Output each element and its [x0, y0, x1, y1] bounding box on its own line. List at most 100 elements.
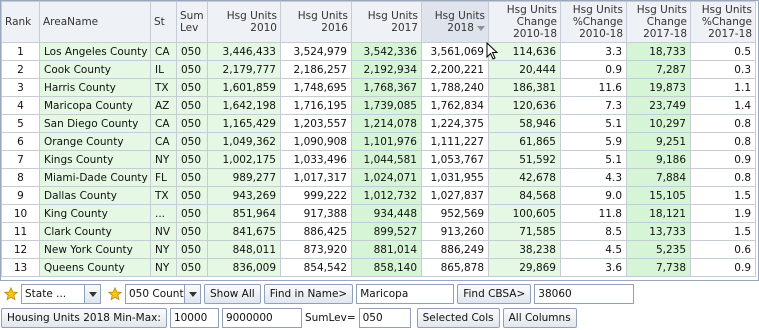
- cell-rank: 4: [1, 96, 40, 115]
- cell-pct-change-2010-18: 5.1: [560, 114, 627, 133]
- county-select-value: 050 County: [129, 288, 184, 300]
- cell-hu-2018: 1,224,375: [421, 114, 489, 133]
- cell-change-2017-18: 19,873: [626, 78, 691, 97]
- cell-hu-2017: 858,140: [351, 258, 422, 277]
- table-row[interactable]: 9 Dallas County TX 050 943,269 999,222 1,012,7…: [1, 186, 756, 205]
- col-header-hu2018[interactable]: Hsg Units 2018: [421, 1, 489, 43]
- table-row[interactable]: 13 Queens County NY 050 836,009 854,542 858,14…: [1, 258, 756, 277]
- cell-change-2017-18: 7,884: [626, 168, 691, 187]
- table-row[interactable]: 1 Los Angeles County CA 050 3,446,433 3,524,9…: [1, 42, 756, 61]
- cell-pct-change-2017-18: 0.9: [690, 150, 756, 169]
- county-select[interactable]: 050 County: [125, 284, 201, 304]
- cell-rank: 6: [1, 132, 40, 151]
- cell-area-name: Los Angeles County: [39, 42, 151, 61]
- cell-rank: 8: [1, 168, 40, 187]
- chevron-down-icon[interactable]: [184, 285, 200, 303]
- col-header-pct1718[interactable]: Hsg Units %Change 2017-18: [690, 1, 756, 43]
- cell-change-2017-18: 7,287: [626, 60, 691, 79]
- cell-rank: 11: [1, 222, 40, 241]
- table-row[interactable]: 7 Kings County NY 050 1,002,175 1,033,496 1,04…: [1, 150, 756, 169]
- sumlev-input[interactable]: 050: [358, 308, 411, 328]
- name-search-input[interactable]: Maricopa: [356, 284, 455, 304]
- cell-state: IL: [150, 60, 177, 79]
- cell-change-2010-18: 61,865: [488, 132, 561, 151]
- table-row[interactable]: 2 Cook County IL 050 2,179,777 2,186,257 2,192…: [1, 60, 756, 79]
- cell-hu-2016: 2,186,257: [280, 60, 352, 79]
- cell-hu-2010: 848,011: [207, 240, 281, 259]
- cell-sumlev: 050: [176, 222, 208, 241]
- cell-rank: 9: [1, 186, 40, 205]
- show-all-button[interactable]: Show All: [204, 284, 261, 304]
- cell-rank: 1: [1, 42, 40, 61]
- table-row[interactable]: 10 King County... 050 851,964 917,388 934,448…: [1, 204, 756, 223]
- star-icon[interactable]: [2, 284, 20, 304]
- col-header-pct1018[interactable]: Hsg Units %Change 2010-18: [560, 1, 627, 43]
- col-header-chg1018[interactable]: Hsg Units Change 2010-18: [488, 1, 561, 43]
- table-row[interactable]: 12 New York County NY 050 848,011 873,920 881,…: [1, 240, 756, 259]
- cell-rank: 3: [1, 78, 40, 97]
- cell-area-name: San Diego County: [39, 114, 151, 133]
- cell-hu-2017: 934,448: [351, 204, 422, 223]
- cell-hu-2010: 989,277: [207, 168, 281, 187]
- cell-hu-2018: 2,200,221: [421, 60, 489, 79]
- table-row[interactable]: 6 Orange County CA 050 1,049,362 1,090,908 1,1…: [1, 132, 756, 151]
- state-select[interactable]: State ...: [21, 284, 101, 304]
- cell-hu-2018: 1,788,240: [421, 78, 489, 97]
- col-header-hu2016[interactable]: Hsg Units 2016: [280, 1, 352, 43]
- header-line: 2010-18: [579, 28, 623, 40]
- toolbar-range: Housing Units 2018 Min-Max: 10000 900000…: [0, 307, 759, 329]
- col-header-areaname[interactable]: AreaName: [39, 1, 151, 43]
- cell-hu-2018: 952,569: [421, 204, 489, 223]
- cell-change-2010-18: 100,605: [488, 204, 561, 223]
- header-line: 2017-18: [708, 28, 752, 40]
- col-header-hu2010[interactable]: Hsg Units 2010: [207, 1, 281, 43]
- col-header-hu2017[interactable]: Hsg Units 2017: [351, 1, 422, 43]
- cell-state: TX: [150, 78, 177, 97]
- cell-hu-2016: 1,090,908: [280, 132, 352, 151]
- range-filter-button[interactable]: Housing Units 2018 Min-Max:: [1, 308, 167, 328]
- cell-hu-2016: 873,920: [280, 240, 352, 259]
- cell-state: AZ: [150, 96, 177, 115]
- sumlev-label: SumLev=: [304, 312, 356, 324]
- min-value-input[interactable]: 10000: [169, 308, 219, 328]
- find-in-name-button[interactable]: Find in Name>: [263, 284, 354, 304]
- table-row[interactable]: 11 Clark County NV 050 841,675 886,425 899,527…: [1, 222, 756, 241]
- table-row[interactable]: 8 Miami-Dade County FL 050 989,277 1,017,317 1…: [1, 168, 756, 187]
- cell-pct-change-2010-18: 11.6: [560, 78, 627, 97]
- cell-hu-2010: 836,009: [207, 258, 281, 277]
- max-value-input[interactable]: 9000000: [221, 308, 302, 328]
- find-cbsa-button[interactable]: Find CBSA>: [457, 284, 532, 304]
- cell-hu-2016: 999,222: [280, 186, 352, 205]
- cell-area-name: Maricopa County: [39, 96, 151, 115]
- header-line: Hsg Units: [434, 10, 485, 22]
- cell-pct-change-2010-18: 11.8: [560, 204, 627, 223]
- col-header-chg1718[interactable]: Hsg Units Change 2017-18: [626, 1, 691, 43]
- header-line: Hsg Units: [226, 10, 277, 22]
- table-row[interactable]: 5 San Diego County CA 050 1,165,429 1,203,557…: [1, 114, 756, 133]
- col-header-sumlev[interactable]: Sum Lev: [176, 1, 208, 43]
- cell-pct-change-2010-18: 4.3: [560, 168, 627, 187]
- table-row[interactable]: 3 Harris County TX 050 1,601,859 1,748,695 1,7…: [1, 78, 756, 97]
- toolbar-filters: State ... 050 County Show All Find in Na…: [0, 283, 759, 305]
- table-row[interactable]: 4 Maricopa County AZ 050 1,642,198 1,716,195 1…: [1, 96, 756, 115]
- cell-hu-2010: 1,165,429: [207, 114, 281, 133]
- header-line: Sum: [180, 10, 204, 22]
- cell-pct-change-2010-18: 5.9: [560, 132, 627, 151]
- header-line: 2016: [321, 22, 348, 34]
- star-icon[interactable]: [106, 284, 124, 304]
- cell-hu-2017: 1,768,367: [351, 78, 422, 97]
- all-columns-button[interactable]: All Columns: [502, 308, 577, 328]
- cell-hu-2018: 1,053,767: [421, 150, 489, 169]
- cbsa-input[interactable]: 38060: [534, 284, 635, 304]
- chevron-down-icon[interactable]: [84, 285, 100, 303]
- cell-pct-change-2017-18: 0.9: [690, 258, 756, 277]
- cell-change-2010-18: 29,869: [488, 258, 561, 277]
- cell-hu-2018: 913,260: [421, 222, 489, 241]
- cell-hu-2017: 1,214,078: [351, 114, 422, 133]
- cell-pct-change-2010-18: 7.3: [560, 96, 627, 115]
- selected-cols-button[interactable]: Selected Cols: [416, 308, 500, 328]
- col-header-rank[interactable]: Rank: [1, 1, 40, 43]
- col-header-st[interactable]: St: [150, 1, 177, 43]
- cell-hu-2017: 2,192,934: [351, 60, 422, 79]
- cell-rank: 10: [1, 204, 40, 223]
